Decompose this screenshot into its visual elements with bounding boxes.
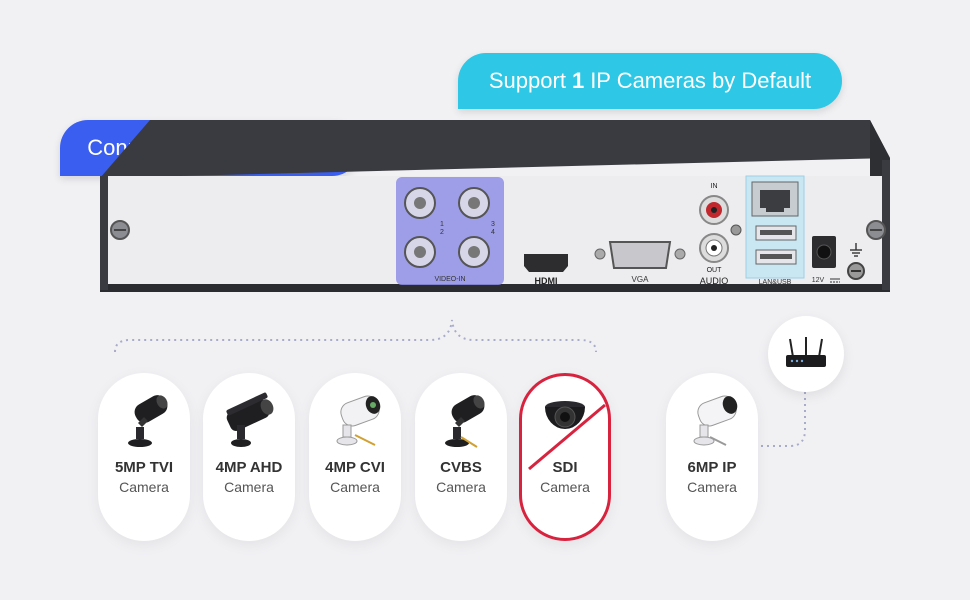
camera-title: 6MP IP (687, 459, 737, 476)
vga-label: VGA (632, 275, 650, 284)
audio-out-label: OUT (707, 267, 723, 274)
camera-subtitle: Camera (119, 479, 169, 495)
analog-callout-prefix: Connect up to (87, 135, 225, 160)
bnc-number-2: 2 (440, 229, 444, 236)
camera-card-5mp-tvi: 5MP TVI Camera (98, 373, 190, 541)
hdmi-port-icon (524, 254, 568, 272)
camera-title: 4MP CVI (325, 459, 385, 476)
camera-subtitle: Camera (687, 479, 737, 495)
camera-card-6mp-ip: 6MP IP Camera (666, 373, 758, 541)
power-label: 12V (812, 277, 825, 284)
analog-callout-number: 4 (230, 135, 243, 160)
bullet-camera-white-icon (336, 395, 381, 446)
bnc-port-icon (458, 236, 490, 268)
varifocal-camera-black-icon (226, 392, 274, 447)
analog-cameras-callout: Connect up to 4 cameras (60, 120, 360, 176)
camera-subtitle: Camera (224, 479, 274, 495)
power-port-icon (812, 236, 836, 268)
analog-callout-suffix: cameras (248, 135, 333, 160)
camera-card-4mp-cvi: 4MP CVI Camera (309, 373, 401, 541)
vga-port-icon (594, 241, 686, 269)
ip-cameras-callout: Support 1 IP Cameras by Default (458, 53, 842, 109)
camera-title: 4MP AHD (215, 459, 283, 476)
bnc-number-1: 1 (440, 221, 444, 228)
bullet-camera-black-icon (128, 395, 168, 447)
bnc-port-icon (404, 236, 436, 268)
camera-title: CVBS (440, 459, 482, 476)
audio-in-label: IN (711, 183, 718, 190)
audio-label: AUDIO (700, 276, 729, 286)
screw-icon (110, 220, 130, 240)
audio-in-port-icon (699, 195, 729, 225)
camera-subtitle: Camera (330, 479, 380, 495)
ground-screw-icon (847, 262, 865, 280)
router-connector (760, 392, 806, 447)
ip-camera-white-icon (693, 395, 738, 446)
video-in-connector (114, 319, 597, 353)
video-in-highlight (396, 177, 504, 285)
ethernet-port-icon (751, 181, 799, 217)
ip-callout-prefix: Support (488, 68, 566, 93)
screw-icon (730, 224, 742, 236)
bnc-number-3: 3 (491, 221, 495, 228)
dvr-side-panel (870, 120, 890, 290)
camera-card-cvbs: CVBS Camera (415, 373, 507, 541)
usb-port-icon (755, 249, 797, 265)
audio-out-port-icon (699, 233, 729, 263)
router-icon (786, 337, 826, 367)
camera-subtitle: Camera (436, 479, 486, 495)
dvr-back-panel (100, 176, 890, 290)
ground-icon (850, 243, 862, 257)
usb-port-icon (755, 225, 797, 241)
ip-callout-number: 1 (571, 68, 585, 93)
camera-card-4mp-ahd: 4MP AHD Camera (203, 373, 295, 541)
lan-usb-label: LAN&USB (759, 279, 792, 286)
bnc-number-4: 4 (491, 229, 495, 236)
bnc-port-icon (458, 187, 490, 219)
lan-usb-highlight (745, 175, 805, 279)
camera-title: 5MP TVI (114, 459, 174, 476)
hdmi-label: HDMI (535, 276, 558, 286)
bullet-camera-black-icon (445, 395, 485, 448)
camera-card-sdi: SDI Camera (519, 373, 611, 541)
ip-callout-suffix: IP Cameras by Default (590, 68, 812, 93)
video-in-label: VIDEO-IN (434, 276, 465, 283)
not-supported-slash-icon (528, 403, 606, 471)
router-badge (768, 316, 844, 392)
bnc-port-icon (404, 187, 436, 219)
screw-icon (866, 220, 886, 240)
